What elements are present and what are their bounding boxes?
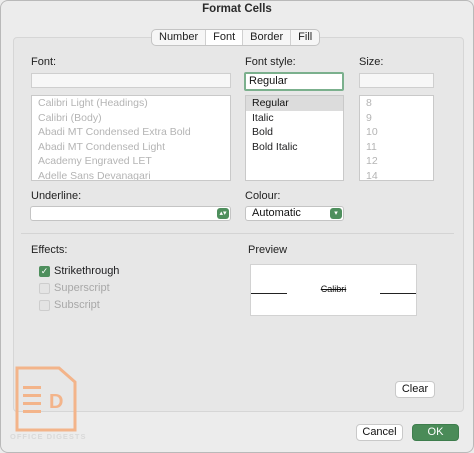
clear-button[interactable]: Clear (395, 381, 435, 398)
font-style-item-italic[interactable]: Italic (246, 111, 343, 126)
tab-font[interactable]: Font (206, 30, 244, 45)
chevron-updown-icon: ▴▾ (217, 208, 229, 219)
font-label: Font: (31, 56, 57, 68)
size-list-item[interactable]: 10 (360, 125, 433, 140)
size-field[interactable] (359, 73, 434, 88)
size-list-item[interactable]: 12 (360, 154, 433, 169)
font-list[interactable]: Calibri Light (Headings) Calibri (Body) … (31, 95, 231, 181)
size-list-item[interactable]: 11 (360, 140, 433, 155)
preview-label: Preview (248, 244, 288, 256)
effects-label: Effects: (31, 244, 68, 256)
font-list-item[interactable]: Academy Engraved LET (32, 154, 230, 169)
tab-number[interactable]: Number (152, 30, 207, 45)
watermark-text: OFFICE DIGESTS (10, 432, 87, 441)
chevron-down-icon: ▾ (330, 208, 342, 219)
colour-select[interactable]: Automatic ▾ (245, 206, 344, 221)
size-list-item[interactable]: 8 (360, 96, 433, 111)
strikethrough-checkbox[interactable]: ✓ (39, 265, 50, 277)
font-style-item-bold[interactable]: Bold (246, 125, 343, 140)
font-field[interactable] (31, 73, 231, 88)
font-list-item[interactable]: Calibri Light (Headings) (32, 96, 230, 111)
font-list-item[interactable]: Calibri (Body) (32, 111, 230, 126)
tab-bar: Number Font Border Fill (151, 29, 321, 46)
strikethrough-checkbox-row[interactable]: ✓ Strikethrough (39, 265, 119, 277)
superscript-label: Superscript (54, 282, 110, 294)
font-list-item[interactable]: Abadi MT Condensed Light (32, 140, 230, 155)
section-divider (21, 233, 454, 234)
font-style-field[interactable]: Regular (244, 72, 344, 91)
size-list-item[interactable]: 9 (360, 111, 433, 126)
size-list[interactable]: 8 9 10 11 12 14 (359, 95, 434, 181)
logo-letter: D (49, 391, 63, 413)
font-style-item-regular[interactable]: Regular (246, 96, 343, 111)
subscript-label: Subscript (54, 299, 100, 311)
colour-label: Colour: (245, 190, 281, 202)
preview-box: Calibri (250, 264, 417, 316)
strikethrough-label: Strikethrough (54, 265, 120, 277)
font-style-list[interactable]: Regular Italic Bold Bold Italic (245, 95, 344, 181)
preview-baseline-right (380, 293, 416, 294)
size-list-item[interactable]: 14 (360, 169, 433, 180)
superscript-checkbox-row[interactable]: Superscript (39, 282, 110, 294)
tab-border[interactable]: Border (243, 30, 292, 45)
font-style-item-bold-italic[interactable]: Bold Italic (246, 140, 343, 155)
tab-fill[interactable]: Fill (291, 30, 319, 45)
size-label: Size: (359, 56, 384, 68)
format-cells-dialog: Format Cells Number Font Border Fill Fon… (0, 0, 474, 453)
dialog-title: Format Cells (202, 3, 272, 15)
colour-value: Automatic (252, 207, 301, 219)
superscript-checkbox[interactable] (39, 282, 50, 294)
font-style-label: Font style: (245, 56, 296, 68)
underline-label: Underline: (31, 190, 82, 202)
cancel-button[interactable]: Cancel (356, 424, 403, 441)
font-panel (13, 37, 464, 412)
underline-select[interactable]: ▴▾ (30, 206, 231, 221)
font-list-item[interactable]: Abadi MT Condensed Extra Bold (32, 125, 230, 140)
subscript-checkbox-row[interactable]: Subscript (39, 299, 100, 311)
font-list-item[interactable]: Adelle Sans Devanagari (32, 169, 230, 180)
ok-button[interactable]: OK (412, 424, 459, 441)
subscript-checkbox[interactable] (39, 299, 50, 311)
